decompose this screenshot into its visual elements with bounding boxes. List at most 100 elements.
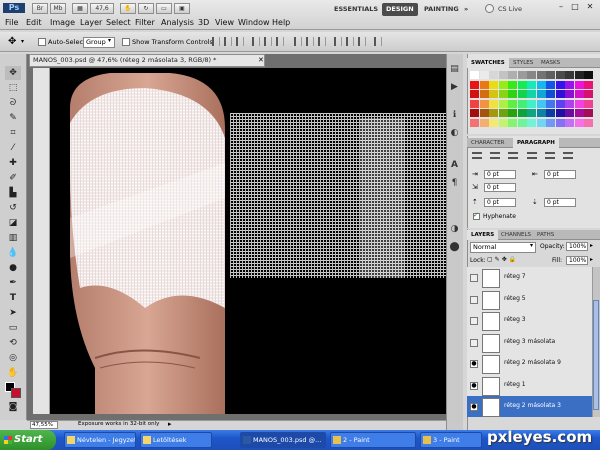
taskbar-item-paint-2[interactable]: 2 - Paint xyxy=(330,432,416,448)
color-swatch[interactable] xyxy=(555,109,565,117)
space-after-field[interactable]: 0 pt xyxy=(544,198,576,207)
taskbar-item-photoshop[interactable]: MANOS_003.psd @... xyxy=(240,432,326,448)
color-swatch[interactable] xyxy=(527,99,536,108)
color-swatch[interactable] xyxy=(574,109,584,117)
color-swatch[interactable] xyxy=(470,99,479,108)
color-swatch[interactable] xyxy=(517,99,527,108)
eye-hidden-icon[interactable] xyxy=(470,274,478,282)
blur-tool-icon[interactable]: 💧 xyxy=(5,246,21,260)
color-swatch[interactable] xyxy=(527,109,536,117)
color-swatch[interactable] xyxy=(517,71,527,79)
align-bottom-icon[interactable] xyxy=(236,37,244,46)
color-swatch[interactable] xyxy=(479,80,489,89)
color-swatch[interactable] xyxy=(479,71,489,79)
indent-right-field[interactable]: 0 pt xyxy=(544,170,576,179)
color-swatch[interactable] xyxy=(536,99,546,108)
layer-row[interactable]: ● réteg 2 másolata 9 xyxy=(467,353,600,376)
layer-row[interactable]: réteg 3 másolata xyxy=(467,331,600,355)
color-panel-icon[interactable]: ◐ xyxy=(447,126,462,140)
rotate-view-button[interactable]: ↻ xyxy=(138,3,154,14)
status-menu-arrow-icon[interactable]: ▸ xyxy=(168,420,172,428)
stamp-tool-icon[interactable]: ▙ xyxy=(5,186,21,200)
paragraph-align-buttons[interactable] xyxy=(472,152,592,162)
color-swatch[interactable] xyxy=(565,99,574,108)
color-swatch[interactable] xyxy=(508,90,517,98)
dodge-tool-icon[interactable]: ● xyxy=(5,261,21,275)
eye-icon[interactable]: ● xyxy=(470,360,478,368)
color-swatch[interactable] xyxy=(517,80,527,89)
character-panel-icon[interactable]: A xyxy=(447,158,462,172)
workspace-painting[interactable]: PAINTING xyxy=(420,3,463,16)
color-swatch[interactable] xyxy=(565,90,574,98)
color-swatch[interactable] xyxy=(479,90,489,98)
brush-tool-icon[interactable]: ✐ xyxy=(5,171,21,185)
color-swatch[interactable] xyxy=(498,118,508,127)
color-swatch[interactable] xyxy=(470,90,479,98)
layer-row[interactable]: réteg 7 xyxy=(467,267,600,290)
menu-layer[interactable]: Layer xyxy=(80,18,102,27)
gradient-tool-icon[interactable]: ▥ xyxy=(5,231,21,245)
color-swatch[interactable] xyxy=(489,99,498,108)
fill-field[interactable]: 100% xyxy=(566,256,588,265)
swatch-grid[interactable] xyxy=(470,71,595,131)
eye-hidden-icon[interactable] xyxy=(470,338,478,347)
eraser-tool-icon[interactable]: ◪ xyxy=(5,216,21,230)
align-top-icon[interactable] xyxy=(212,37,220,46)
color-swatch[interactable] xyxy=(527,71,536,79)
auto-select-checkbox[interactable] xyxy=(38,38,46,46)
eye-icon[interactable]: ● xyxy=(470,381,478,390)
color-swatch[interactable] xyxy=(479,109,489,117)
space-before-field[interactable]: 0 pt xyxy=(484,198,516,207)
color-swatch[interactable] xyxy=(546,99,555,108)
color-swatch[interactable] xyxy=(498,90,508,98)
tab-layers[interactable]: LAYERS xyxy=(467,230,499,240)
color-swatch[interactable] xyxy=(574,71,584,79)
taskbar-item-paint-3[interactable]: 3 - Paint xyxy=(420,432,482,448)
color-swatch[interactable] xyxy=(470,109,479,117)
close-icon[interactable]: ✕ xyxy=(585,2,595,12)
color-swatch[interactable] xyxy=(508,80,517,89)
opacity-field[interactable]: 100% xyxy=(566,242,588,251)
color-swatch[interactable] xyxy=(498,80,508,89)
taskbar-item-downloads[interactable]: Letöltések xyxy=(140,432,212,448)
color-swatch[interactable] xyxy=(498,71,508,79)
color-swatch[interactable] xyxy=(489,90,498,98)
image-canvas[interactable] xyxy=(50,68,458,414)
menu-help[interactable]: Help xyxy=(272,18,290,27)
indent-left-field[interactable]: 0 pt xyxy=(484,170,516,179)
color-swatch[interactable] xyxy=(517,109,527,117)
distribute-right-icon[interactable] xyxy=(358,37,366,46)
color-swatch[interactable] xyxy=(565,80,574,89)
color-swatch[interactable] xyxy=(574,80,584,89)
tab-masks[interactable]: MASKS xyxy=(537,58,564,68)
color-swatch[interactable] xyxy=(536,80,546,89)
opacity-arrow-icon[interactable]: ▸ xyxy=(590,242,593,249)
color-swatch[interactable] xyxy=(489,80,498,89)
workspace-essentials[interactable]: ESSENTIALS xyxy=(330,3,382,16)
color-swatch[interactable] xyxy=(479,118,489,127)
color-swatch[interactable] xyxy=(498,109,508,117)
color-swatch[interactable] xyxy=(565,109,574,117)
layer-row[interactable]: réteg 3 xyxy=(467,310,600,333)
distribute-hcenter-icon[interactable] xyxy=(346,37,354,46)
layer-row[interactable]: ● réteg 2 másolata 3 xyxy=(467,396,600,417)
quick-mask-icon[interactable]: ◙ xyxy=(5,400,21,414)
distribute-bottom-icon[interactable] xyxy=(318,37,326,46)
menu-file[interactable]: File xyxy=(5,18,18,27)
workspace-design[interactable]: DESIGN xyxy=(382,3,418,16)
color-swatch[interactable] xyxy=(517,118,527,127)
arrange-docs-button[interactable]: ▭ xyxy=(156,3,172,14)
bridge-button[interactable]: Br xyxy=(32,3,48,14)
tab-swatches[interactable]: SWATCHES xyxy=(467,58,509,68)
color-swatch[interactable] xyxy=(470,80,479,89)
workspace-more[interactable]: » xyxy=(460,3,472,16)
marquee-tool-icon[interactable]: ⬚ xyxy=(5,81,21,95)
tab-paragraph[interactable]: PARAGRAPH xyxy=(513,138,559,148)
color-swatch[interactable] xyxy=(470,71,479,79)
menu-view[interactable]: View xyxy=(215,18,234,27)
info-panel-icon[interactable]: ℹ xyxy=(447,108,462,122)
crop-tool-icon[interactable]: ⌗ xyxy=(5,126,21,140)
maximize-icon[interactable]: □ xyxy=(570,2,580,12)
color-swatch[interactable] xyxy=(536,109,546,117)
color-swatch[interactable] xyxy=(555,90,565,98)
